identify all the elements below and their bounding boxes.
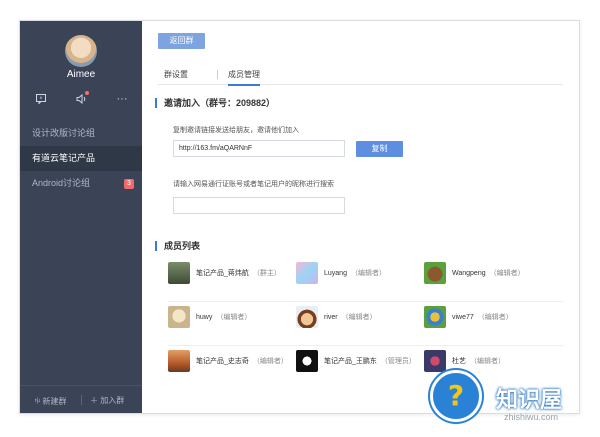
sidebar-item-youdao-notes[interactable]: 有道云笔记产品	[20, 146, 142, 171]
member-role: （管理员）	[380, 358, 416, 365]
notification-dot	[85, 91, 89, 95]
back-to-group-button[interactable]: 返回群	[158, 33, 205, 49]
svg-text:?: ?	[448, 379, 464, 412]
member-role: （编辑者）	[477, 314, 513, 321]
copy-link-hint: 复制邀请链接发送给朋友，邀请他们加入	[173, 127, 299, 134]
member-name-block: 笔记产品_史志奇 （编辑者）	[196, 356, 288, 366]
member-role: （编辑者）	[216, 314, 252, 321]
sidebar-icon-row: ···	[20, 91, 142, 107]
member-search-input[interactable]	[173, 197, 345, 214]
message-icon[interactable]	[33, 91, 49, 107]
new-group-label: 新建群	[42, 397, 67, 406]
join-group-label: 加入群	[100, 396, 125, 405]
sidebar-item-label: Android讨论组	[32, 178, 91, 188]
question-mark-icon: ?	[430, 370, 482, 422]
sidebar-item-label: 设计改版讨论组	[32, 128, 96, 138]
member-name-block: river （编辑者）	[324, 312, 377, 322]
copy-link-button[interactable]: 复制	[356, 141, 403, 157]
sidebar-item-android-group[interactable]: Android讨论组 3	[20, 171, 142, 196]
member-name-block: viwe77 （编辑者）	[452, 312, 513, 322]
member-name: 笔记产品_史志奇	[196, 358, 249, 365]
members-section-title: 成员列表	[155, 241, 200, 251]
member-avatar	[168, 262, 190, 284]
member-name-block: 笔记产品_王鹏东 （管理员）	[324, 356, 416, 366]
member-name-block: Luyang （编辑者）	[324, 268, 386, 278]
member-role: （群主）	[252, 270, 281, 277]
member-name-block: huwy （编辑者）	[196, 312, 251, 322]
sidebar: Aimee ··· 设计改版讨论组 有道云笔记产品 Android讨论组 3 ꑭ …	[20, 21, 142, 413]
sidebar-footer: ꑭ 新建群 ＋ 加入群	[20, 385, 142, 413]
footer-divider	[81, 395, 82, 405]
main-panel: 返回群 群设置 成员管理 邀请加入（群号：209882） 复制邀请链接发送给朋友…	[142, 21, 579, 413]
watermark-brand: 知识屋	[496, 388, 563, 413]
member-name: Wangpeng	[452, 270, 486, 277]
member-item[interactable]: viwe77 （编辑者）	[424, 306, 552, 328]
new-group-button[interactable]: ꑭ 新建群	[34, 395, 66, 407]
member-avatar	[296, 262, 318, 284]
member-avatar	[168, 350, 190, 372]
member-name: huwy	[196, 314, 213, 321]
join-group-button[interactable]: ＋ 加入群	[90, 395, 124, 406]
member-avatar	[296, 306, 318, 328]
member-item[interactable]: river （编辑者）	[296, 306, 424, 328]
member-name: viwe77	[452, 314, 474, 321]
group-list: 设计改版讨论组 有道云笔记产品 Android讨论组 3	[20, 121, 142, 196]
member-avatar	[424, 262, 446, 284]
member-name: river	[324, 314, 338, 321]
member-name-block: Wangpeng （编辑者）	[452, 268, 525, 278]
member-name: 笔记产品_蒋炜航	[196, 270, 249, 277]
member-avatar	[296, 350, 318, 372]
app-window: Aimee ··· 设计改版讨论组 有道云笔记产品 Android讨论组 3 ꑭ …	[19, 20, 580, 414]
member-item[interactable]: 笔记产品_王鹏东 （管理员）	[296, 350, 424, 372]
member-role: （编辑者）	[489, 270, 525, 277]
member-role: （编辑者）	[341, 314, 377, 321]
tab-group-settings[interactable]: 群设置	[164, 69, 188, 80]
member-row: huwy （编辑者） river （编辑者） viwe77 （编辑者）	[168, 302, 564, 346]
member-name: 笔记产品_王鹏东	[324, 358, 377, 365]
speaker-icon[interactable]	[73, 91, 89, 107]
member-item[interactable]: 笔记产品_蒋炜航 （群主）	[168, 262, 296, 284]
member-name: Luyang	[324, 270, 347, 277]
member-item[interactable]: Luyang （编辑者）	[296, 262, 424, 284]
tab-bar: 群设置 成员管理	[158, 65, 563, 86]
search-hint: 请输入网易通行证账号或者笔记用户的昵称进行搜索	[173, 181, 334, 188]
tab-member-management[interactable]: 成员管理	[228, 69, 260, 86]
sidebar-item-design-group[interactable]: 设计改版讨论组	[20, 121, 142, 146]
member-avatar	[424, 306, 446, 328]
member-role: （编辑者）	[350, 270, 386, 277]
plus-icon: ＋	[90, 396, 101, 405]
unread-badge: 3	[124, 179, 134, 189]
member-avatar	[168, 306, 190, 328]
user-name: Aimee	[66, 69, 96, 80]
more-icon[interactable]: ···	[114, 91, 130, 107]
watermark-url: zhishiwu.com	[504, 412, 559, 422]
sidebar-item-label: 有道云笔记产品	[32, 153, 96, 163]
invite-link-field[interactable]: http://163.fm/aQARNnF	[173, 140, 345, 157]
member-item[interactable]: 笔记产品_史志奇 （编辑者）	[168, 350, 296, 372]
user-avatar[interactable]	[65, 35, 97, 67]
member-row: 笔记产品_蒋炜航 （群主） Luyang （编辑者） Wangpeng （编辑者）	[168, 258, 564, 302]
member-name-block: 笔记产品_蒋炜航 （群主）	[196, 268, 281, 278]
member-item[interactable]: huwy （编辑者）	[168, 306, 296, 328]
tab-divider	[217, 70, 218, 79]
member-item[interactable]: Wangpeng （编辑者）	[424, 262, 552, 284]
watermark: ? 知识屋 zhishiwu.com	[418, 360, 593, 430]
member-role: （编辑者）	[252, 358, 288, 365]
invite-section-title: 邀请加入（群号：209882）	[155, 98, 275, 108]
